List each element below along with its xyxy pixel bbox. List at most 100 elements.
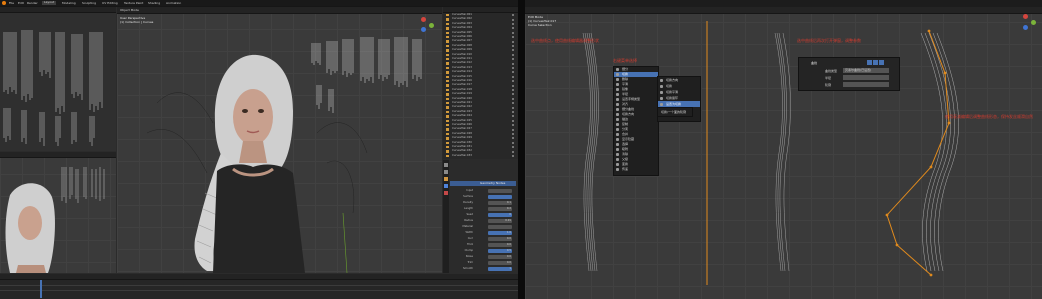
- modifier-input-field[interactable]: 1: [488, 267, 512, 271]
- modifier-input-field[interactable]: 0.0: [488, 255, 512, 259]
- visibility-eye-icon[interactable]: [512, 80, 514, 83]
- visibility-eye-icon[interactable]: [512, 67, 514, 70]
- visibility-eye-icon[interactable]: [512, 53, 514, 56]
- gizmo-z-axis-icon[interactable]: [421, 27, 426, 32]
- blender-logo-icon[interactable]: [2, 1, 6, 5]
- visibility-eye-icon[interactable]: [512, 106, 514, 109]
- gizmo-y-axis-icon[interactable]: [429, 23, 434, 28]
- visibility-eye-icon[interactable]: [512, 93, 514, 96]
- right-gizmo-x-icon[interactable]: [1023, 14, 1028, 19]
- mode-label[interactable]: Object Mode: [120, 8, 139, 12]
- popup-blue-button-1[interactable]: [867, 60, 872, 65]
- visibility-eye-icon[interactable]: [512, 128, 514, 131]
- visibility-eye-icon[interactable]: [512, 89, 514, 92]
- right-gizmo-z-icon[interactable]: [1023, 25, 1028, 30]
- visibility-eye-icon[interactable]: [512, 27, 514, 30]
- curve-popup[interactable]: 曲线 曲线类型 贝塞尔曲线(已设置) 半径 轮廓: [798, 57, 900, 91]
- popup-row-profile-field[interactable]: [843, 82, 889, 87]
- render-tab-icon[interactable]: [444, 170, 448, 174]
- image-editor-panel[interactable]: [0, 7, 116, 151]
- visibility-eye-icon[interactable]: [512, 150, 514, 153]
- visibility-eye-icon[interactable]: [512, 31, 514, 34]
- submenu-items: 切换方向 切换 切换平滑 切换循环 设置为切换: [658, 77, 700, 107]
- menu-edit[interactable]: Edit: [18, 1, 24, 5]
- tab-sculpting[interactable]: Sculpting: [82, 1, 96, 5]
- gizmo-x-axis-icon[interactable]: [421, 17, 426, 22]
- tab-shading[interactable]: Shading: [148, 1, 160, 5]
- modifier-input-field[interactable]: 0.0: [488, 243, 512, 247]
- tool-tab-icon[interactable]: [444, 163, 448, 167]
- curves-object-icon: [446, 88, 449, 92]
- tab-layout[interactable]: Layout: [42, 0, 57, 5]
- modifier-input-field[interactable]: [488, 189, 512, 193]
- visibility-eye-icon[interactable]: [512, 84, 514, 87]
- visibility-eye-icon[interactable]: [512, 155, 514, 158]
- visibility-eye-icon[interactable]: [512, 18, 514, 21]
- modifier-input-field[interactable]: 0: [488, 213, 512, 217]
- modifier-header[interactable]: Geometry Nodes: [450, 181, 516, 186]
- menu-render[interactable]: Render: [27, 1, 38, 5]
- tab-texture-paint[interactable]: Texture Paint: [124, 1, 143, 5]
- modifier-input-field[interactable]: 0.0: [488, 237, 512, 241]
- curves-object-icon: [446, 154, 449, 158]
- tab-animation[interactable]: Animation: [166, 1, 181, 5]
- visibility-eye-icon[interactable]: [512, 115, 514, 118]
- menu-item-icon: [616, 123, 619, 126]
- menu-item-icon: [616, 148, 619, 151]
- right-gizmo-y-icon[interactable]: [1031, 20, 1036, 25]
- visibility-eye-icon[interactable]: [512, 141, 514, 144]
- visibility-eye-icon[interactable]: [512, 137, 514, 140]
- menu-file[interactable]: File: [9, 1, 14, 5]
- visibility-eye-icon[interactable]: [512, 45, 514, 48]
- visibility-eye-icon[interactable]: [512, 62, 514, 65]
- right-blender-window[interactable]: Edit Mode (1) CurvesHair.017 Curve Selec…: [525, 0, 1042, 299]
- material-tab-icon[interactable]: [444, 191, 448, 195]
- popup-blue-button-3[interactable]: [879, 60, 884, 65]
- visibility-eye-icon[interactable]: [512, 14, 514, 17]
- modifier-input-field[interactable]: [488, 195, 512, 199]
- tab-modeling[interactable]: Modeling: [62, 1, 76, 5]
- visibility-eye-icon[interactable]: [512, 97, 514, 100]
- visibility-eye-icon[interactable]: [512, 49, 514, 52]
- visibility-eye-icon[interactable]: [512, 40, 514, 43]
- submenu-item-label: 切换循环: [666, 96, 679, 100]
- context-menu-item-label: 镜像: [622, 87, 629, 91]
- context-menu-item[interactable]: 传递: [614, 167, 658, 172]
- modifier-input-field[interactable]: 0.01: [488, 219, 512, 223]
- submenu-extra[interactable]: 切换/一个面的轮廓: [657, 107, 693, 117]
- visibility-eye-icon[interactable]: [512, 75, 514, 78]
- visibility-eye-icon[interactable]: [512, 36, 514, 39]
- modifier-tab-icon[interactable]: [444, 184, 448, 188]
- modifier-input-field[interactable]: 0.2: [488, 207, 512, 211]
- visibility-eye-icon[interactable]: [512, 119, 514, 122]
- context-menu[interactable]: 细分 切换 删除 平滑 镜像 半径 设置手柄类型 对齐 细分曲线 切换方向 描边 复制 分离 合并 显示隐藏…: [613, 66, 659, 176]
- playhead[interactable]: [40, 280, 42, 298]
- popup-row-type-value[interactable]: 贝塞尔曲线(已设置): [843, 68, 889, 73]
- popup-blue-button-2[interactable]: [873, 60, 878, 65]
- visibility-eye-icon[interactable]: [512, 71, 514, 74]
- visibility-eye-icon[interactable]: [512, 58, 514, 61]
- secondary-viewport[interactable]: [0, 152, 116, 273]
- object-tab-icon[interactable]: [444, 177, 448, 181]
- visibility-eye-icon[interactable]: [512, 146, 514, 149]
- popup-row-radius-field[interactable]: [843, 75, 889, 80]
- modifier-input-field[interactable]: 0.1: [488, 201, 512, 205]
- visibility-eye-icon[interactable]: [512, 133, 514, 136]
- tab-uv-editing[interactable]: UV Editing: [102, 1, 118, 5]
- visibility-eye-icon[interactable]: [512, 124, 514, 127]
- modifier-input-field[interactable]: [488, 225, 512, 229]
- outliner-panel[interactable]: CurvesHair.001 CurvesHair.002 CurvesHair.0…: [443, 7, 518, 159]
- modifier-input-field[interactable]: 1.0: [488, 231, 512, 235]
- timeline-panel[interactable]: [0, 274, 518, 299]
- visibility-eye-icon[interactable]: [512, 102, 514, 105]
- submenu-extra-item[interactable]: 切换/一个面的轮廓: [658, 108, 692, 116]
- popup-header: 曲线: [801, 60, 897, 66]
- outliner-item[interactable]: CurvesHair.033: [443, 154, 518, 158]
- modifier-input-field[interactable]: 0.5: [488, 249, 512, 253]
- visibility-eye-icon[interactable]: [512, 111, 514, 114]
- properties-panel[interactable]: Geometry Nodes Input Surface Density 0.1 Len…: [443, 160, 518, 273]
- main-3d-viewport[interactable]: Object Mode User Perspective (1) Collect…: [117, 7, 442, 273]
- visibility-eye-icon[interactable]: [512, 23, 514, 26]
- modifier-input-field[interactable]: 0.0: [488, 261, 512, 265]
- menu-item-icon: [616, 103, 619, 106]
